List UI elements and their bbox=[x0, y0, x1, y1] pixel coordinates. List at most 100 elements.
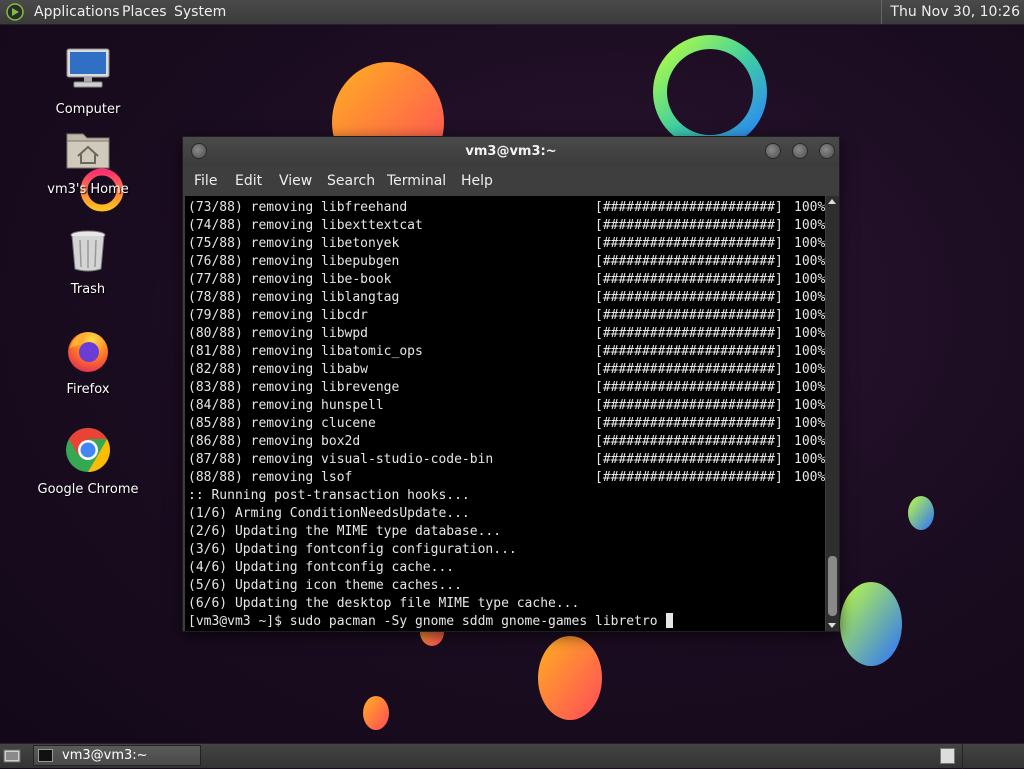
desktop-icon-label: vm3's Home bbox=[47, 182, 129, 197]
minimize-button[interactable] bbox=[765, 143, 781, 159]
progress-bar-text: [######################] bbox=[595, 272, 783, 287]
progress-bar-text: [######################] bbox=[595, 434, 783, 449]
desktop-icon-label: Computer bbox=[55, 102, 121, 117]
blue-blob-small bbox=[908, 496, 934, 530]
clock[interactable]: Thu Nov 30, 10:26 bbox=[881, 0, 1024, 24]
show-desktop-icon[interactable] bbox=[3, 748, 21, 764]
progress-bar-text: [######################] bbox=[595, 362, 783, 377]
places-menu[interactable]: Places bbox=[122, 4, 167, 20]
terminal-line: (74/88) removing libexttextcat bbox=[188, 218, 423, 233]
terminal-line: (79/88) removing libcdr bbox=[188, 308, 369, 323]
menu-file[interactable]: File bbox=[194, 173, 217, 189]
progress-percent: 100% bbox=[794, 308, 825, 323]
desktop-icon-firefox[interactable]: Firefox bbox=[33, 326, 143, 397]
computer-icon bbox=[66, 48, 110, 88]
maximize-button[interactable] bbox=[792, 143, 808, 159]
firefox-icon bbox=[68, 332, 108, 372]
window-title: vm3@vm3:~ bbox=[465, 144, 557, 159]
menu-help[interactable]: Help bbox=[461, 173, 493, 189]
progress-bar-text: [######################] bbox=[595, 398, 783, 413]
scrollbar[interactable] bbox=[826, 196, 839, 631]
progress-bar-text: [######################] bbox=[595, 218, 783, 233]
progress-percent: 100% bbox=[794, 326, 825, 341]
terminal-window[interactable]: vm3@vm3:~ File Edit View Search Terminal… bbox=[182, 136, 840, 632]
terminal-line: (1/6) Arming ConditionNeedsUpdate... bbox=[188, 506, 470, 521]
terminal-line: (80/88) removing libwpd bbox=[188, 326, 369, 341]
terminal-menu-bar: File Edit View Search Terminal Help bbox=[183, 167, 839, 196]
progress-percent: 100% bbox=[794, 398, 825, 413]
orange-blob-tiny bbox=[363, 696, 389, 730]
terminal-line: (81/88) removing libatomic_ops bbox=[188, 344, 423, 359]
chrome-icon bbox=[66, 428, 110, 472]
command-prompt-text: [vm3@vm3 ~]$ sudo pacman -Sy gnome sddm … bbox=[188, 614, 666, 629]
menu-edit[interactable]: Edit bbox=[235, 173, 262, 189]
terminal-line: (83/88) removing librevenge bbox=[188, 380, 400, 395]
progress-percent: 100% bbox=[794, 200, 825, 215]
terminal-line: (73/88) removing libfreehand bbox=[188, 200, 408, 215]
desktop-icon-label: Google Chrome bbox=[37, 482, 139, 497]
desktop-icon-chrome[interactable]: Google Chrome bbox=[33, 426, 143, 497]
applications-menu-icon[interactable] bbox=[6, 3, 24, 21]
terminal-line: (6/6) Updating the desktop file MIME typ… bbox=[188, 596, 580, 611]
system-menu[interactable]: System bbox=[174, 4, 226, 20]
progress-percent: 100% bbox=[794, 362, 825, 377]
terminal-line: (88/88) removing lsof bbox=[188, 470, 353, 485]
progress-percent: 100% bbox=[794, 344, 825, 359]
trash-icon bbox=[70, 230, 106, 272]
terminal-line: (3/6) Updating fontconfig configuration.… bbox=[188, 542, 517, 557]
desktop-icon-computer[interactable]: Computer bbox=[33, 46, 143, 117]
progress-bar-text: [######################] bbox=[595, 416, 783, 431]
text-cursor bbox=[666, 613, 674, 628]
progress-percent: 100% bbox=[794, 254, 825, 269]
progress-bar-text: [######################] bbox=[595, 254, 783, 269]
terminal-icon bbox=[38, 749, 53, 762]
terminal-output[interactable]: (73/88) removing libfreehand [###########… bbox=[185, 196, 825, 631]
progress-percent: 100% bbox=[794, 470, 825, 485]
top-panel: Applications Places System Thu Nov 30, 1… bbox=[0, 0, 1024, 25]
terminal-line: (75/88) removing libetonyek bbox=[188, 236, 400, 251]
progress-percent: 100% bbox=[794, 434, 825, 449]
terminal-line: (87/88) removing visual-studio-code-bin bbox=[188, 452, 494, 467]
terminal-line: :: Running post-transaction hooks... bbox=[188, 488, 470, 503]
close-button[interactable] bbox=[819, 143, 835, 159]
progress-percent: 100% bbox=[794, 236, 825, 251]
progress-percent: 100% bbox=[794, 380, 825, 395]
scroll-up-arrow[interactable] bbox=[828, 199, 836, 204]
taskbar-window-button[interactable]: vm3@vm3:~ bbox=[33, 745, 201, 766]
title-bar[interactable]: vm3@vm3:~ bbox=[183, 137, 839, 167]
progress-bar-text: [######################] bbox=[595, 200, 783, 215]
progress-percent: 100% bbox=[794, 272, 825, 287]
progress-bar-text: [######################] bbox=[595, 290, 783, 305]
terminal-line: (5/6) Updating icon theme caches... bbox=[188, 578, 462, 593]
terminal-line: (86/88) removing box2d bbox=[188, 434, 361, 449]
gradient-ring-top bbox=[653, 35, 767, 149]
terminal-line: (77/88) removing libe-book bbox=[188, 272, 392, 287]
blue-blob-right bbox=[840, 582, 902, 666]
menu-search[interactable]: Search bbox=[327, 173, 375, 189]
progress-bar-text: [######################] bbox=[595, 380, 783, 395]
home-folder-icon bbox=[66, 133, 110, 169]
menu-terminal[interactable]: Terminal bbox=[387, 173, 446, 189]
desktop-icon-label: Trash bbox=[70, 282, 106, 297]
bottom-panel: vm3@vm3:~ bbox=[0, 743, 1024, 769]
applications-menu[interactable]: Applications bbox=[34, 4, 120, 20]
terminal-line: (84/88) removing hunspell bbox=[188, 398, 384, 413]
terminal-line: (2/6) Updating the MIME type database... bbox=[188, 524, 502, 539]
menu-view[interactable]: View bbox=[279, 173, 312, 189]
progress-percent: 100% bbox=[794, 452, 825, 467]
progress-bar-text: [######################] bbox=[595, 344, 783, 359]
scroll-down-arrow[interactable] bbox=[828, 623, 836, 628]
progress-bar-text: [######################] bbox=[595, 326, 783, 341]
desktop-icon-home[interactable]: vm3's Home bbox=[33, 126, 143, 197]
progress-bar-text: [######################] bbox=[595, 308, 783, 323]
terminal-line: (85/88) removing clucene bbox=[188, 416, 376, 431]
workspace-switcher[interactable] bbox=[940, 748, 955, 764]
terminal-line: (82/88) removing libabw bbox=[188, 362, 369, 377]
orange-blob-bottom bbox=[538, 636, 602, 720]
progress-bar-text: [######################] bbox=[595, 452, 783, 467]
taskbar-window-label: vm3@vm3:~ bbox=[62, 748, 148, 763]
scrollbar-thumb[interactable] bbox=[828, 556, 837, 616]
desktop-icon-trash[interactable]: Trash bbox=[33, 226, 143, 297]
desktop-icon-label: Firefox bbox=[66, 382, 110, 397]
command-prompt-line[interactable]: [vm3@vm3 ~]$ sudo pacman -Sy gnome sddm … bbox=[188, 613, 674, 631]
